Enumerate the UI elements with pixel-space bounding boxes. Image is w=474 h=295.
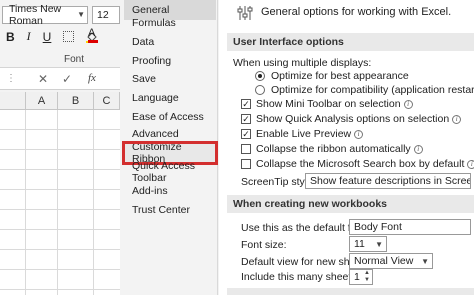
general-options-panel: General options for working with Excel. … <box>219 0 474 295</box>
font-color-button[interactable]: A <box>88 27 98 43</box>
underline-button[interactable]: U <box>43 30 52 44</box>
options-sidebar: General Formulas Data Proofing Save Lang… <box>120 0 218 295</box>
checked-icon: ✓ <box>241 129 251 139</box>
default-font-select[interactable]: Body Font <box>349 219 471 235</box>
sheets-count-input[interactable]: 1 ▲ ▼ <box>349 269 373 285</box>
worksheet-grid[interactable] <box>0 110 120 295</box>
checkbox-mini-toolbar[interactable]: ✓ Show Mini Toolbar on selection i <box>241 98 413 110</box>
column-header-c[interactable]: C <box>94 92 120 110</box>
font-size-value: 12 <box>97 9 109 21</box>
checkbox-collapse-search-label: Collapse the Microsoft Search box by def… <box>256 158 465 170</box>
checkbox-quick-analysis[interactable]: ✓ Show Quick Analysis options on selecti… <box>241 113 462 125</box>
info-icon: i <box>413 144 423 154</box>
bold-button[interactable]: B <box>6 30 15 44</box>
sheets-count-value: 1 <box>354 271 360 283</box>
cancel-icon[interactable]: ✕ <box>38 72 48 86</box>
section-user-interface: User Interface options <box>227 33 474 51</box>
column-header-a[interactable]: A <box>26 92 58 110</box>
spinner-icon[interactable]: ▲ ▼ <box>363 270 371 284</box>
chevron-down-icon: ▼ <box>77 10 85 19</box>
checked-icon: ✓ <box>241 114 251 124</box>
font-name-box[interactable]: Times New Roman ▼ <box>2 3 88 27</box>
font-size-box[interactable]: 12 <box>92 6 120 24</box>
unchecked-icon <box>241 159 251 169</box>
grid-line <box>93 110 94 295</box>
radio-compatibility-label: Optimize for compatibility (application … <box>271 84 474 96</box>
sheets-count-label: Include this many sheets: <box>241 271 360 283</box>
sidebar-item-language[interactable]: Language <box>124 88 216 108</box>
general-options-icon <box>237 6 253 20</box>
font-group-label: Font <box>64 54 85 65</box>
info-icon: i <box>452 114 462 124</box>
sidebar-item-save[interactable]: Save <box>124 69 216 89</box>
checked-icon: ✓ <box>241 99 251 109</box>
sidebar-item-add-ins[interactable]: Add-ins <box>124 181 216 201</box>
more-icon: ⋮ <box>6 73 16 84</box>
multi-display-label: When using multiple displays: <box>233 57 372 69</box>
formula-bar: ⋮ ✕ ✓ fx <box>0 68 120 90</box>
enter-icon[interactable]: ✓ <box>62 72 72 86</box>
screentip-style-select[interactable]: Show feature descriptions in ScreenTips <box>305 173 471 189</box>
radio-compatibility[interactable]: Optimize for compatibility (application … <box>255 84 474 96</box>
screentip-style-value: Show feature descriptions in ScreenTips <box>310 175 471 187</box>
chevron-down-icon: ▼ <box>421 257 429 266</box>
font-name-value: Times New Roman <box>9 3 62 27</box>
checkbox-quick-analysis-label: Show Quick Analysis options on selection <box>256 113 450 125</box>
info-icon: i <box>354 129 364 139</box>
column-header-b[interactable]: B <box>58 92 94 110</box>
sidebar-item-data[interactable]: Data <box>124 32 216 52</box>
page-title: General options for working with Excel. <box>261 6 452 18</box>
font-color-bar <box>88 40 98 43</box>
section-new-workbooks: When creating new workbooks <box>227 195 474 213</box>
section-next-cutoff <box>227 288 474 295</box>
unchecked-icon <box>241 144 251 154</box>
format-buttons: B I U <box>6 29 99 44</box>
info-icon: i <box>467 159 474 169</box>
font-size-select[interactable]: 11 ▼ <box>349 236 387 252</box>
checkbox-mini-toolbar-label: Show Mini Toolbar on selection <box>256 98 401 110</box>
font-size-label: Font size: <box>241 239 287 251</box>
radio-unselected-icon <box>255 85 265 95</box>
checkbox-live-preview-label: Enable Live Preview <box>256 128 352 140</box>
radio-best-appearance[interactable]: Optimize for best appearance <box>255 70 409 82</box>
italic-button[interactable]: I <box>27 29 31 44</box>
checkbox-collapse-ribbon[interactable]: Collapse the ribbon automatically i <box>241 143 423 155</box>
sidebar-item-trust-center[interactable]: Trust Center <box>124 200 216 220</box>
chevron-down-icon: ▼ <box>375 240 383 249</box>
sidebar-item-quick-access-toolbar[interactable]: Quick Access Toolbar <box>124 160 216 184</box>
borders-icon[interactable] <box>63 31 75 42</box>
sidebar-item-proofing[interactable]: Proofing <box>124 51 216 71</box>
sidebar-item-formulas[interactable]: Formulas <box>124 13 216 33</box>
radio-best-appearance-label: Optimize for best appearance <box>271 70 409 82</box>
excel-background: Times New Roman ▼ 12 B I U A Font ⋮ ✕ ✓ … <box>0 0 120 295</box>
checkbox-collapse-search[interactable]: Collapse the Microsoft Search box by def… <box>241 158 474 170</box>
grid-line <box>57 110 58 295</box>
default-font-value: Body Font <box>354 221 402 233</box>
default-view-select[interactable]: Normal View ▼ <box>349 253 433 269</box>
insert-function-icon[interactable]: fx <box>88 72 96 84</box>
select-all-corner[interactable] <box>0 92 26 110</box>
grid-line <box>25 110 26 295</box>
info-icon: i <box>403 99 413 109</box>
font-color-letter: A <box>88 27 96 39</box>
radio-selected-icon <box>255 71 265 81</box>
default-view-value: Normal View <box>354 255 414 267</box>
checkbox-collapse-ribbon-label: Collapse the ribbon automatically <box>256 143 411 155</box>
font-size-value: 11 <box>354 238 365 250</box>
checkbox-live-preview[interactable]: ✓ Enable Live Preview i <box>241 128 364 140</box>
